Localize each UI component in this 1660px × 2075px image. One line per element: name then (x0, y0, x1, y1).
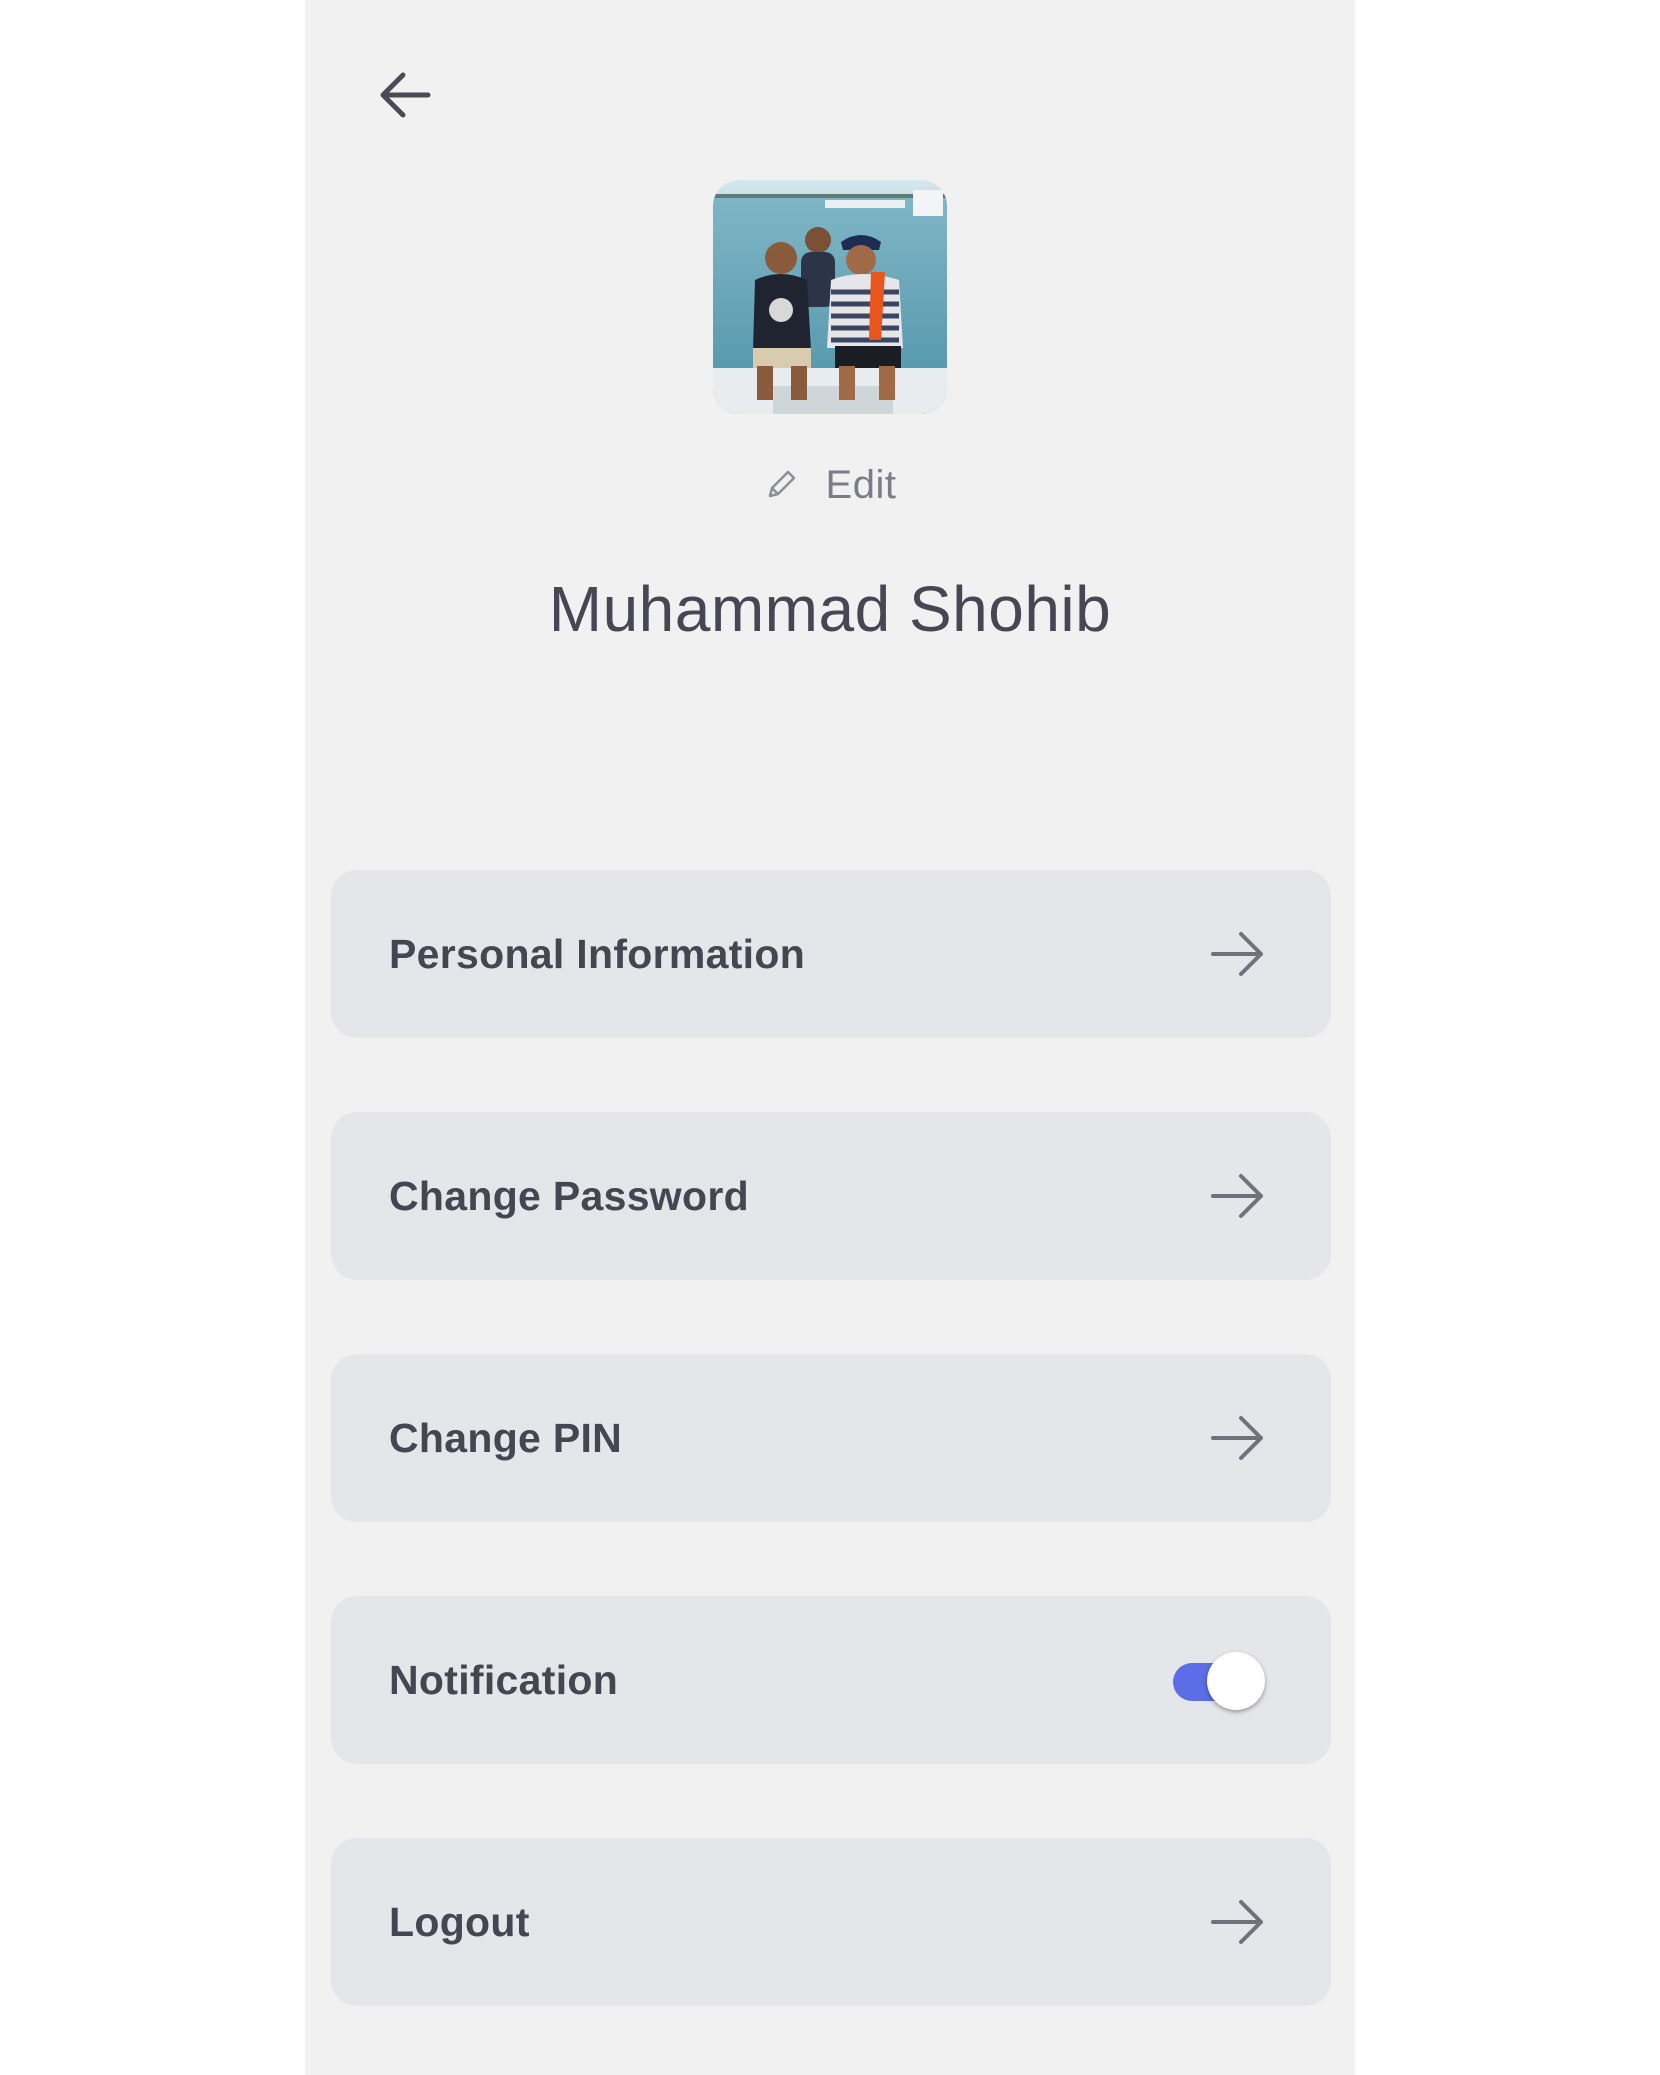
arrow-right-icon (1209, 1409, 1267, 1467)
profile-screen: Edit Muhammad Shohib Personal Informatio… (305, 0, 1355, 2075)
menu-item-label: Personal Information (389, 930, 806, 977)
pencil-icon (768, 470, 795, 498)
profile-name: Muhammad Shohib (548, 573, 1112, 645)
edit-label: Edit (825, 462, 897, 507)
menu-item-personal-information[interactable]: Personal Information (331, 870, 1331, 1038)
notification-toggle[interactable] (1171, 1650, 1267, 1710)
arrow-left-icon (380, 72, 431, 118)
arrow-right-icon (1209, 1167, 1267, 1225)
menu-item-label: Change PIN (389, 1414, 623, 1461)
menu-item-logout[interactable]: Logout (331, 1838, 1331, 2006)
toggle-knob (1207, 1652, 1265, 1710)
back-button[interactable] (370, 60, 440, 130)
arrow-right-icon (1209, 1893, 1267, 1951)
arrow-right-icon (1209, 925, 1267, 983)
menu-item-label: Notification (389, 1656, 619, 1703)
menu-item-label: Logout (389, 1898, 530, 1945)
avatar[interactable] (713, 180, 947, 414)
avatar-photo (713, 180, 947, 414)
menu-item-notification: Notification (331, 1596, 1331, 1764)
edit-photo-button[interactable]: Edit (305, 455, 1355, 515)
menu-item-change-password[interactable]: Change Password (331, 1112, 1331, 1280)
menu-item-change-pin[interactable]: Change PIN (331, 1354, 1331, 1522)
menu-item-label: Change Password (389, 1172, 749, 1219)
